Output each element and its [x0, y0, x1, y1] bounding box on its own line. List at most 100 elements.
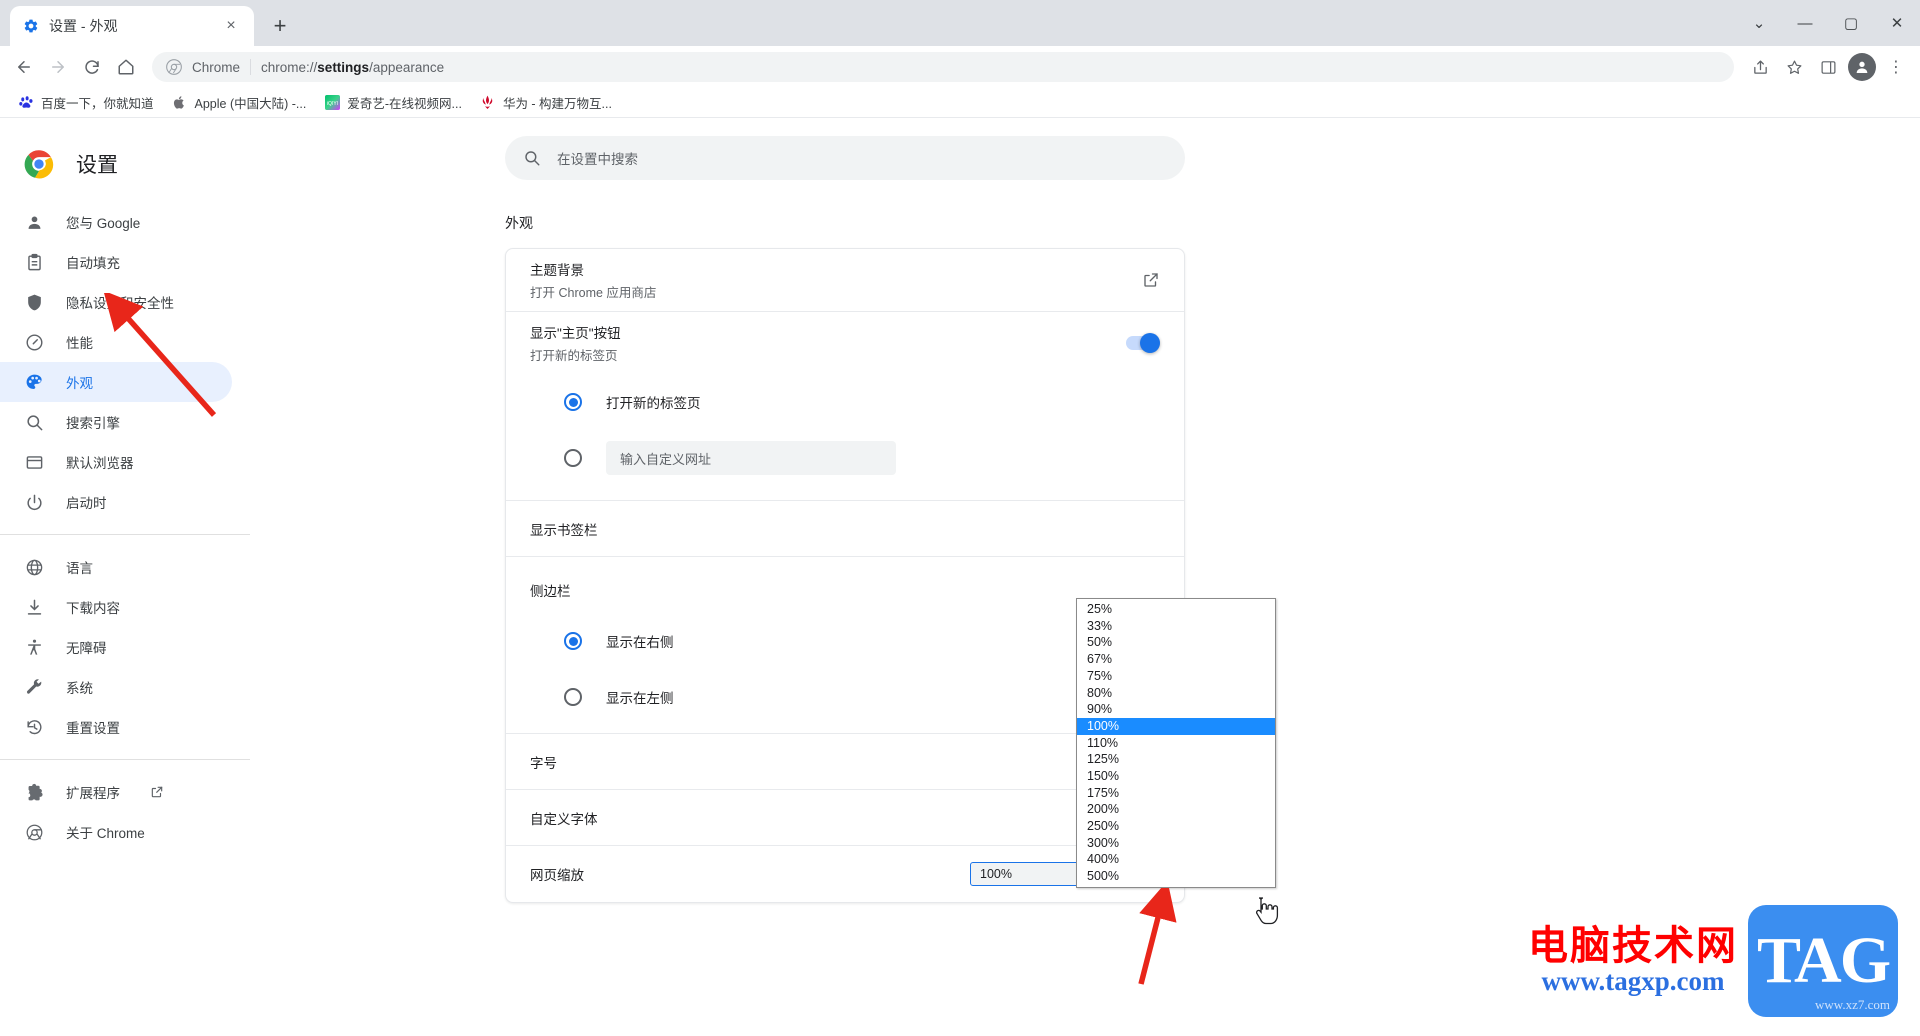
radio-button[interactable]	[564, 632, 582, 650]
settings-title: 设置	[76, 154, 118, 177]
home-button-toggle[interactable]	[1126, 333, 1160, 353]
sidebar-item-label: 系统	[66, 681, 93, 696]
zoom-option[interactable]: 500%	[1077, 868, 1275, 885]
radio-button[interactable]	[564, 449, 582, 467]
sidebar-item-system[interactable]: 系统	[0, 667, 232, 707]
search-placeholder: 在设置中搜索	[557, 152, 638, 167]
sidebar-item-performance[interactable]: 性能	[0, 322, 232, 362]
row-show-bookmarks-bar[interactable]: 显示书签栏	[506, 501, 1184, 557]
home-radio-group: 打开新的标签页 输入自定义网址	[506, 374, 1184, 500]
address-bar[interactable]: Chrome chrome://settings/appearance	[152, 52, 1734, 82]
zoom-option[interactable]: 400%	[1077, 851, 1275, 868]
sidebar-item-autofill[interactable]: 自动填充	[0, 242, 232, 282]
custom-url-input[interactable]: 输入自定义网址	[606, 441, 896, 475]
sidebar-item-accessibility[interactable]: 无障碍	[0, 627, 232, 667]
zoom-option[interactable]: 150%	[1077, 768, 1275, 785]
search-icon	[24, 412, 44, 432]
new-tab-button[interactable]: +	[264, 10, 296, 42]
home-icon[interactable]	[110, 51, 142, 83]
sidebar-item-label: 默认浏览器	[66, 456, 134, 471]
sidebar-item-privacy-security[interactable]: 隐私设置和安全性	[0, 282, 232, 322]
chevron-down-icon[interactable]: ⌄	[1736, 3, 1782, 43]
sidebar-item-extensions[interactable]: 扩展程序	[0, 772, 232, 812]
bookmark-item[interactable]: Apple (中国大陆) -...	[164, 89, 315, 116]
bookmark-item[interactable]: iQIYI 爱奇艺-在线视频网...	[316, 89, 470, 116]
back-icon[interactable]	[8, 51, 40, 83]
sidebar-item-appearance[interactable]: 外观	[0, 362, 232, 402]
zoom-option[interactable]: 90%	[1077, 701, 1275, 718]
sidebar-item-you-and-google[interactable]: 您与 Google	[0, 202, 232, 242]
zoom-option[interactable]: 75%	[1077, 668, 1275, 685]
zoom-option[interactable]: 80%	[1077, 684, 1275, 701]
sidebar-item-label: 重置设置	[66, 721, 120, 736]
tab-strip: 设置 - 外观 × + ⌄ — ▢ ✕	[0, 0, 1920, 46]
radio-button[interactable]	[564, 393, 582, 411]
share-icon[interactable]	[1744, 51, 1776, 83]
avatar[interactable]	[1846, 51, 1878, 83]
zoom-option[interactable]: 50%	[1077, 634, 1275, 651]
zoom-option[interactable]: 110%	[1077, 735, 1275, 752]
window-close-button[interactable]: ✕	[1874, 3, 1920, 43]
zoom-option[interactable]: 33%	[1077, 618, 1275, 635]
bookmark-label: 爱奇艺-在线视频网...	[347, 97, 462, 111]
zoom-option[interactable]: 100%	[1077, 717, 1275, 735]
row-show-home-button[interactable]: 显示"主页"按钮 打开新的标签页	[506, 312, 1184, 374]
sidebar-item-search-engine[interactable]: 搜索引擎	[0, 402, 232, 442]
huawei-icon	[480, 95, 496, 111]
omnibox-product-label: Chrome	[192, 59, 241, 75]
open-in-new-icon[interactable]	[1142, 271, 1160, 289]
row-title: 显示书签栏	[530, 522, 598, 538]
sidebar-item-label: 外观	[66, 376, 93, 391]
radio-option-custom-url[interactable]: 输入自定义网址	[530, 430, 1160, 486]
sidebar-item-on-startup[interactable]: 启动时	[0, 482, 232, 522]
sidebar-item-languages[interactable]: 语言	[0, 547, 232, 587]
page-zoom-value: 100%	[980, 867, 1012, 881]
search-settings-field[interactable]: 在设置中搜索	[505, 136, 1185, 180]
zoom-option[interactable]: 67%	[1077, 651, 1275, 668]
zoom-option[interactable]: 25%	[1077, 601, 1275, 618]
toolbar-right-actions: ⋮	[1744, 51, 1912, 83]
sidebar-item-reset-settings[interactable]: 重置设置	[0, 707, 232, 747]
sidebar-item-label: 语言	[66, 561, 93, 576]
sidebar-item-default-browser[interactable]: 默认浏览器	[0, 442, 232, 482]
side-panel-icon[interactable]	[1812, 51, 1844, 83]
tab-title: 设置 - 外观	[49, 18, 118, 34]
search-area: 在设置中搜索	[250, 118, 1920, 180]
browser-tab-settings[interactable]: 设置 - 外观 ×	[10, 6, 254, 46]
sidebar-item-downloads[interactable]: 下载内容	[0, 587, 232, 627]
zoom-option[interactable]: 175%	[1077, 785, 1275, 802]
mouse-cursor-pointer	[1255, 897, 1279, 925]
bookmark-item[interactable]: 百度一下，你就知道	[10, 89, 162, 116]
forward-icon[interactable]	[42, 51, 74, 83]
radio-option-show-left[interactable]: 显示在左侧	[530, 669, 1160, 725]
sidebar-item-label: 启动时	[66, 496, 107, 511]
clipboard-icon	[24, 252, 44, 272]
settings-page: 设置 您与 Google 自动填充 隐私设置和安全性 性能 外观 搜索引擎 默认…	[0, 118, 1920, 1035]
omnibox-separator	[250, 59, 252, 75]
close-icon[interactable]: ×	[220, 15, 242, 37]
url-bold: settings	[317, 59, 370, 75]
zoom-option[interactable]: 200%	[1077, 801, 1275, 818]
star-icon[interactable]	[1778, 51, 1810, 83]
maximize-button[interactable]: ▢	[1828, 3, 1874, 43]
omnibox-url: chrome://settings/appearance	[261, 60, 444, 75]
radio-option-show-right[interactable]: 显示在右侧	[530, 613, 1160, 669]
zoom-option[interactable]: 250%	[1077, 818, 1275, 835]
watermark-title: 电脑技术网	[1528, 923, 1738, 969]
browser-menu-icon[interactable]: ⋮	[1880, 51, 1912, 83]
watermark-text-block: 电脑技术网 www.tagxp.com	[1528, 925, 1738, 997]
sidebar-item-label: 您与 Google	[66, 216, 141, 231]
reload-icon[interactable]	[76, 51, 108, 83]
row-theme[interactable]: 主题背景 打开 Chrome 应用商店	[506, 249, 1184, 312]
settings-gear-icon	[22, 17, 40, 35]
zoom-option[interactable]: 300%	[1077, 835, 1275, 852]
zoom-option[interactable]: 125%	[1077, 751, 1275, 768]
radio-button[interactable]	[564, 688, 582, 706]
page-zoom-dropdown-list[interactable]: 25% 33% 50% 67% 75% 80% 90% 100% 110% 125% 150% 175…	[1076, 598, 1276, 888]
radio-option-new-tab[interactable]: 打开新的标签页	[530, 374, 1160, 430]
radio-label: 显示在左侧	[606, 691, 674, 706]
bookmark-item[interactable]: 华为 - 构建万物互...	[472, 89, 620, 116]
minimize-button[interactable]: —	[1782, 3, 1828, 43]
row-subtitle: 打开 Chrome 应用商店	[530, 286, 657, 300]
sidebar-item-about-chrome[interactable]: 关于 Chrome	[0, 812, 232, 852]
